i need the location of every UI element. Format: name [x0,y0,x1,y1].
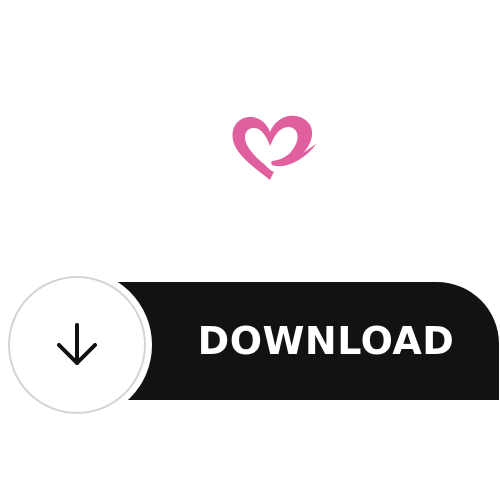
download-icon-circle[interactable] [8,276,146,414]
arrow-down-icon [57,323,97,365]
page: DOWNLOAD [0,0,500,500]
heart-hand-icon [232,115,316,180]
download-label: DOWNLOAD [197,319,455,363]
download-button[interactable]: DOWNLOAD [8,276,499,414]
download-label-bar[interactable]: DOWNLOAD [118,282,499,400]
